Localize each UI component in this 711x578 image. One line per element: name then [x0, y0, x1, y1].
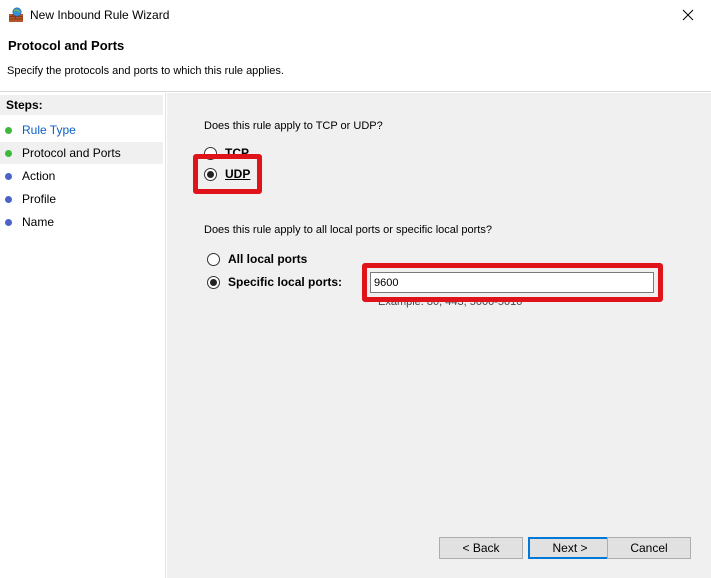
specific-local-ports-radio-circle[interactable]	[207, 275, 220, 289]
all-local-ports-radio[interactable]: All local ports	[207, 252, 307, 266]
protocol-question: Does this rule apply to TCP or UDP?	[204, 120, 383, 132]
page-title: Protocol and Ports	[8, 38, 125, 53]
step-profile: Profile	[0, 188, 163, 210]
content-area: Does this rule apply to TCP or UDP? TCP …	[167, 93, 711, 578]
specific-local-ports-radio[interactable]: Specific local ports:	[207, 275, 342, 289]
step-name: Name	[0, 211, 163, 233]
next-button[interactable]: Next >	[528, 537, 612, 559]
all-local-ports-radio-circle[interactable]	[207, 252, 220, 266]
window-title: New Inbound Rule Wizard	[30, 8, 170, 22]
step-rule-type[interactable]: Rule Type	[0, 119, 163, 141]
steps-heading: Steps:	[0, 95, 163, 115]
step-label: Protocol and Ports	[22, 146, 121, 160]
close-button[interactable]	[665, 0, 711, 30]
specific-ports-input[interactable]	[370, 272, 654, 293]
close-icon	[682, 9, 694, 21]
step-current-dot-icon	[5, 149, 12, 157]
wizard-header: Protocol and Ports Specify the protocols…	[0, 30, 711, 92]
cancel-button[interactable]: Cancel	[607, 537, 691, 559]
steps-panel: Steps: Rule Type Protocol and Ports Acti…	[0, 93, 166, 578]
step-complete-dot-icon	[5, 126, 12, 134]
step-label: Profile	[22, 192, 57, 206]
step-label: Rule Type	[22, 123, 76, 137]
step-label: Action	[22, 169, 56, 183]
specific-local-ports-label: Specific local ports:	[228, 275, 343, 289]
firewall-icon	[8, 7, 24, 23]
step-protocol-and-ports[interactable]: Protocol and Ports	[0, 142, 163, 164]
step-pending-dot-icon	[5, 218, 12, 226]
step-pending-dot-icon	[5, 172, 12, 180]
step-label: Name	[22, 215, 55, 229]
all-local-ports-label: All local ports	[228, 252, 308, 266]
ports-question: Does this rule apply to all local ports …	[204, 224, 492, 236]
udp-radio-label: UDP	[225, 167, 251, 181]
udp-radio-circle[interactable]	[204, 167, 217, 181]
step-pending-dot-icon	[5, 195, 12, 203]
udp-radio[interactable]: UDP	[204, 167, 250, 181]
step-action: Action	[0, 165, 163, 187]
page-subtitle: Specify the protocols and ports to which…	[7, 65, 284, 77]
title-bar: New Inbound Rule Wizard	[0, 0, 711, 30]
back-button[interactable]: < Back	[439, 537, 523, 559]
